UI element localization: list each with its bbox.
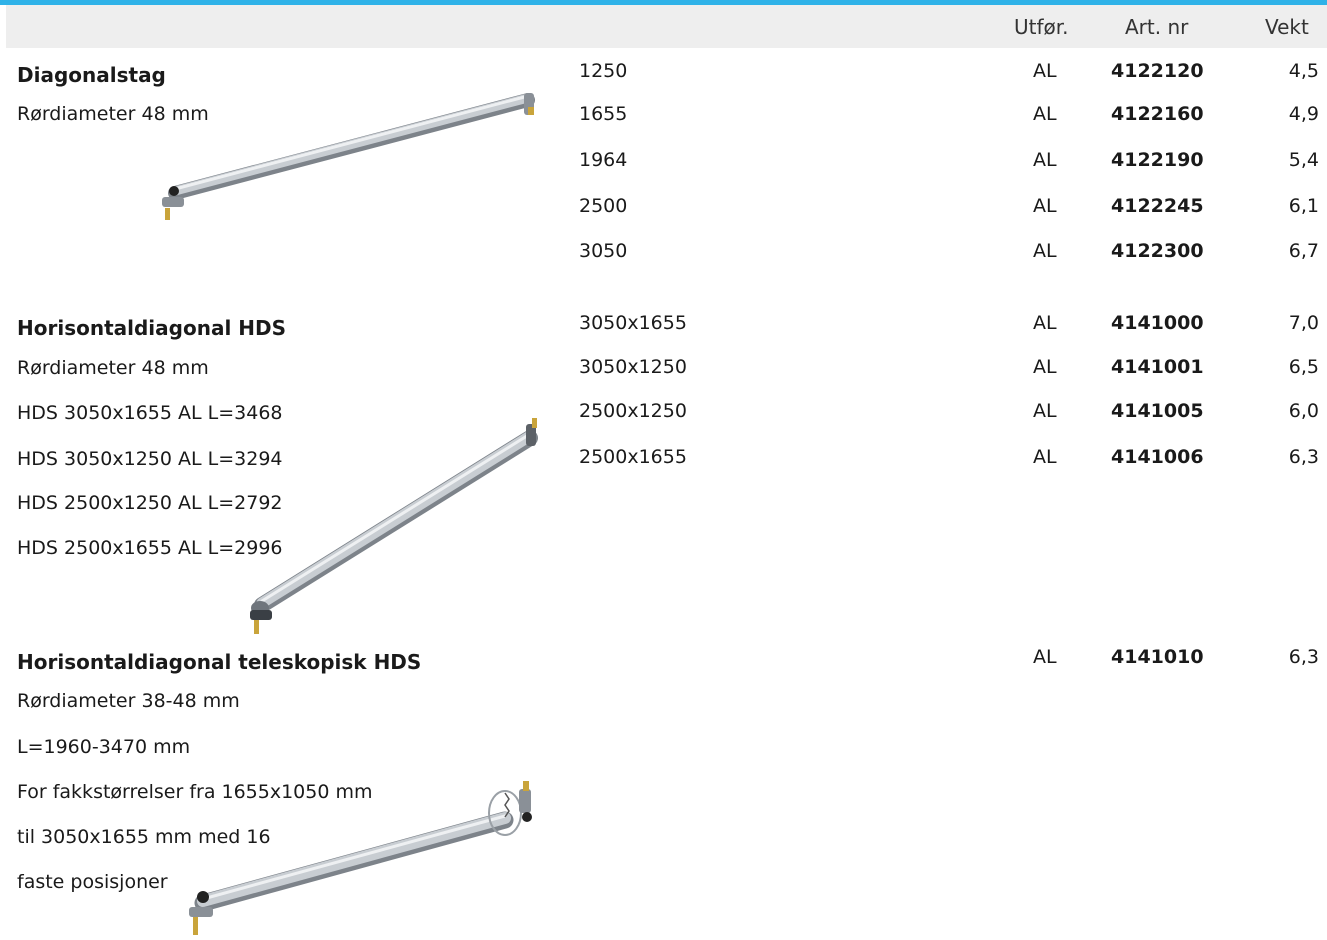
section-description: L=1960-3470 mm xyxy=(17,736,191,758)
row-finish: AL xyxy=(1033,312,1057,334)
section-description: Rørdiameter 48 mm xyxy=(17,357,209,379)
row-weight: 6,1 xyxy=(1288,195,1319,217)
row-finish: AL xyxy=(1033,240,1057,262)
col-header-weight: Vekt xyxy=(1265,15,1309,39)
row-size: 3050 xyxy=(579,240,628,262)
row-size: 1250 xyxy=(579,60,628,82)
row-finish: AL xyxy=(1033,60,1057,82)
row-finish: AL xyxy=(1033,646,1057,668)
row-artnr: 4141010 xyxy=(1111,646,1204,668)
row-weight: 6,3 xyxy=(1288,646,1319,668)
row-finish: AL xyxy=(1033,103,1057,125)
row-weight: 7,0 xyxy=(1288,312,1319,334)
telescopic-diagonal-icon xyxy=(189,781,532,935)
row-artnr: 4141006 xyxy=(1111,446,1204,468)
row-weight: 6,5 xyxy=(1288,356,1319,378)
row-weight: 6,0 xyxy=(1288,400,1319,422)
col-header-artnr: Art. nr xyxy=(1125,15,1189,39)
row-size: 3050x1250 xyxy=(579,356,687,378)
row-weight: 5,4 xyxy=(1288,149,1319,171)
row-artnr: 4122120 xyxy=(1111,60,1204,82)
row-size: 2500x1250 xyxy=(579,400,687,422)
row-size: 3050x1655 xyxy=(579,312,687,334)
section-title: Horisontaldiagonal HDS xyxy=(17,316,287,340)
row-size: 2500 xyxy=(579,195,628,217)
row-size: 1964 xyxy=(579,149,628,171)
row-finish: AL xyxy=(1033,400,1057,422)
row-weight: 4,5 xyxy=(1288,60,1319,82)
row-artnr: 4122160 xyxy=(1111,103,1204,125)
row-size: 1655 xyxy=(579,103,628,125)
row-finish: AL xyxy=(1033,446,1057,468)
section-description: faste posisjoner xyxy=(17,871,168,893)
row-finish: AL xyxy=(1033,356,1057,378)
row-finish: AL xyxy=(1033,195,1057,217)
row-artnr: 4141001 xyxy=(1111,356,1204,378)
row-size: 2500x1655 xyxy=(579,446,687,468)
diagonal-brace-icon xyxy=(162,93,535,220)
row-weight: 6,7 xyxy=(1288,240,1319,262)
row-artnr: 4122190 xyxy=(1111,149,1204,171)
row-weight: 6,3 xyxy=(1288,446,1319,468)
row-weight: 4,9 xyxy=(1288,103,1319,125)
section-title: Horisontaldiagonal teleskopisk HDS xyxy=(17,650,422,674)
section-title: Diagonalstag xyxy=(17,63,166,87)
col-header-finish: Utfør. xyxy=(1014,15,1069,39)
row-finish: AL xyxy=(1033,149,1057,171)
row-artnr: 4122300 xyxy=(1111,240,1204,262)
section-description: Rørdiameter 38-48 mm xyxy=(17,690,240,712)
table-header: Utfør. Art. nr Vekt xyxy=(6,5,1327,48)
row-artnr: 4122245 xyxy=(1111,195,1204,217)
row-artnr: 4141005 xyxy=(1111,400,1204,422)
row-artnr: 4141000 xyxy=(1111,312,1204,334)
horizontal-diagonal-icon xyxy=(250,418,538,634)
